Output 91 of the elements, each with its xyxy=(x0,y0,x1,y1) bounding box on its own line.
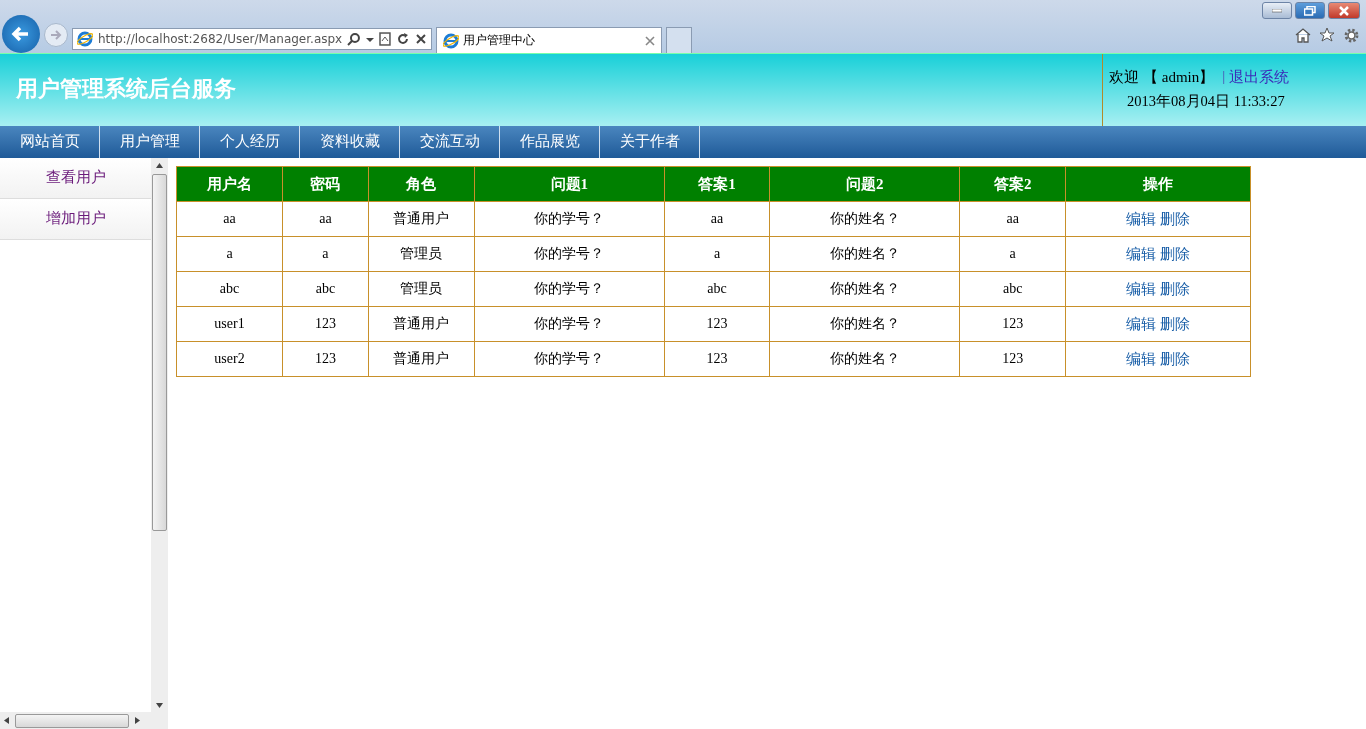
tab-title: 用户管理中心 xyxy=(463,32,536,49)
close-button[interactable] xyxy=(1328,2,1360,19)
table-cell: 普通用户 xyxy=(368,306,475,342)
column-header: 角色 xyxy=(368,166,475,202)
horizontal-scrollbar[interactable] xyxy=(0,712,168,729)
address-bar[interactable]: http://localhost:2682/User/Manager.aspx xyxy=(72,28,432,50)
table-cell: abc xyxy=(282,271,369,307)
table-cell: 你的学号？ xyxy=(474,271,665,307)
close-icon xyxy=(1338,5,1350,16)
delete-link[interactable]: 删除 xyxy=(1160,210,1191,227)
globe-e-icon xyxy=(77,31,93,47)
user-name: 【 admin】 xyxy=(1143,68,1215,87)
column-header: 问题1 xyxy=(474,166,665,202)
table-cell: 你的姓名？ xyxy=(769,341,960,377)
table-cell: 你的学号？ xyxy=(474,306,665,342)
column-header: 问题2 xyxy=(769,166,960,202)
delete-link[interactable]: 删除 xyxy=(1160,315,1191,332)
table-cell: 你的姓名？ xyxy=(769,271,960,307)
home-icon[interactable] xyxy=(1295,27,1311,43)
restore-icon xyxy=(1304,5,1316,16)
table-cell: 123 xyxy=(664,306,770,342)
column-header: 答案1 xyxy=(664,166,770,202)
right-arrow-icon[interactable] xyxy=(135,717,140,724)
table-cell: 你的姓名？ xyxy=(769,236,960,272)
browser-tab[interactable]: 用户管理中心 xyxy=(436,27,662,53)
edit-link[interactable]: 编辑 xyxy=(1126,280,1157,297)
table-cell: 普通用户 xyxy=(368,201,475,237)
minimize-button[interactable] xyxy=(1262,2,1292,19)
table-cell: abc xyxy=(176,271,283,307)
nav-item[interactable]: 交流互动 xyxy=(400,126,500,158)
column-header: 答案2 xyxy=(959,166,1066,202)
separator-text: | xyxy=(1222,68,1226,86)
nav-item[interactable]: 关于作者 xyxy=(600,126,700,158)
table-cell: a xyxy=(176,236,283,272)
up-arrow-icon[interactable] xyxy=(156,163,163,168)
site-title: 用户管理系统后台服务 xyxy=(15,75,236,103)
table-cell: 你的学号？ xyxy=(474,201,665,237)
delete-link[interactable]: 删除 xyxy=(1160,245,1191,262)
nav-item[interactable]: 个人经历 xyxy=(200,126,300,158)
stop-icon[interactable] xyxy=(415,33,427,45)
delete-link[interactable]: 删除 xyxy=(1160,350,1191,367)
date-time: 2013年08月04日 11:33:27 xyxy=(1126,92,1286,111)
edit-link[interactable]: 编辑 xyxy=(1126,350,1157,367)
logout-link[interactable]: 退出系统 xyxy=(1229,68,1290,87)
edit-link[interactable]: 编辑 xyxy=(1126,210,1157,227)
table-cell: a xyxy=(959,236,1066,272)
right-arrow-icon xyxy=(49,28,63,42)
table-cell: 你的学号？ xyxy=(474,236,665,272)
table-cell: 你的姓名？ xyxy=(769,306,960,342)
column-header: 密码 xyxy=(282,166,369,202)
table-cell: 普通用户 xyxy=(368,341,475,377)
table-cell: 管理员 xyxy=(368,236,475,272)
restore-button[interactable] xyxy=(1295,2,1325,19)
nav-item[interactable]: 资料收藏 xyxy=(300,126,400,158)
vertical-scrollbar[interactable] xyxy=(151,158,168,712)
table-cell: 123 xyxy=(282,306,369,342)
minimize-icon xyxy=(1272,8,1282,13)
table-cell: 123 xyxy=(282,341,369,377)
url-text: http://localhost:2682/User/Manager.aspx xyxy=(97,32,343,46)
down-arrow-icon[interactable] xyxy=(156,703,163,708)
table-cell: aa xyxy=(959,201,1066,237)
table-cell: 123 xyxy=(959,306,1066,342)
table-cell: 你的学号？ xyxy=(474,341,665,377)
search-icon[interactable] xyxy=(347,32,362,46)
star-icon[interactable] xyxy=(1319,27,1335,43)
edit-link[interactable]: 编辑 xyxy=(1126,315,1157,332)
globe-e-icon xyxy=(443,32,459,49)
table-cell: a xyxy=(282,236,369,272)
back-button[interactable] xyxy=(2,15,40,53)
edit-link[interactable]: 编辑 xyxy=(1126,245,1157,262)
table-cell: user2 xyxy=(176,341,283,377)
table-cell: aa xyxy=(664,201,770,237)
column-header: 用户名 xyxy=(176,166,283,202)
settings-icon[interactable] xyxy=(1343,27,1360,44)
table-cell: abc xyxy=(664,271,770,307)
left-arrow-icon[interactable] xyxy=(4,717,9,724)
column-header: 操作 xyxy=(1065,166,1251,202)
table-cell: aa xyxy=(282,201,369,237)
welcome-text: 欢迎 xyxy=(1109,68,1139,87)
table-cell: 管理员 xyxy=(368,271,475,307)
table-cell: 123 xyxy=(664,341,770,377)
table-cell: a xyxy=(664,236,770,272)
table-cell: 123 xyxy=(959,341,1066,377)
table-cell: aa xyxy=(176,201,283,237)
refresh-icon[interactable] xyxy=(396,32,411,46)
delete-link[interactable]: 删除 xyxy=(1160,280,1191,297)
close-icon[interactable] xyxy=(645,35,655,46)
table-cell: 你的姓名？ xyxy=(769,201,960,237)
nav-item[interactable]: 作品展览 xyxy=(500,126,600,158)
table-cell: user1 xyxy=(176,306,283,342)
table-cell: abc xyxy=(959,271,1066,307)
